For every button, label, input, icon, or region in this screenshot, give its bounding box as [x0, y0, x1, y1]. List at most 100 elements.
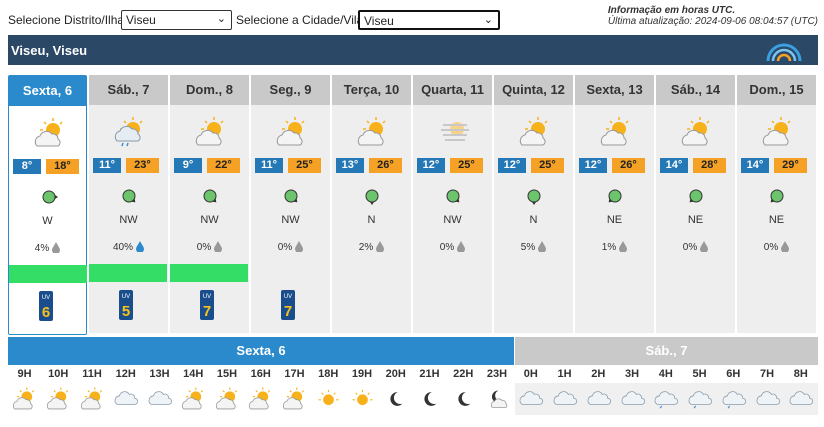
hour-label: 6H [726, 368, 741, 380]
city-select[interactable]: Viseu ⌄ [358, 10, 500, 30]
uv-index-icon: UV 7 [281, 290, 295, 320]
hour-label: 21H [419, 368, 440, 380]
hourly-day-header-2[interactable]: Sáb., 7 [515, 337, 818, 365]
precipitation-value: 0% [763, 242, 779, 253]
day-tab-label[interactable]: Seg., 9 [251, 75, 330, 105]
temperature-range: 11° 23° [89, 158, 168, 174]
precipitation-value: 4% [34, 243, 50, 254]
precipitation-value: 40% [112, 242, 133, 253]
raindrop-icon [538, 241, 547, 255]
temperature-range: 12° 25° [413, 158, 492, 174]
temp-min: 14° [660, 158, 688, 173]
sun-cloud-icon [46, 387, 68, 410]
haze-icon [441, 122, 469, 141]
temperature-range: 11° 25° [251, 158, 330, 174]
location-band: Viseu, Viseu [8, 35, 818, 65]
day-column-0[interactable]: Sexta, 6 8° 18° W 4% UV 6 [8, 75, 87, 335]
hour-label: 11H [82, 368, 102, 380]
hour-label: 3H [624, 368, 640, 380]
hour-label: 18H [318, 368, 339, 380]
chevron-down-icon: ⌄ [483, 14, 493, 26]
hourly-icons [8, 383, 818, 415]
wind-direction-label: W [42, 215, 53, 227]
precipitation-value: 1% [601, 242, 617, 253]
hourly-day-header-1[interactable]: Sexta, 6 [8, 337, 514, 365]
day-column-4[interactable]: Terça, 10 13° 26° N 2% [332, 75, 411, 333]
sun-cloud-icon [215, 387, 237, 410]
day-tab-label[interactable]: Quarta, 11 [413, 75, 492, 105]
district-select[interactable]: Viseu ⌄ [121, 10, 232, 30]
svg-text:7: 7 [203, 303, 211, 320]
day-column-6[interactable]: Quinta, 12 12° 25° N 5% [494, 75, 573, 333]
wind-direction-icon [446, 189, 460, 203]
day-column-7[interactable]: Sexta, 13 12° 26° NE 1% [575, 75, 654, 333]
raindrop-icon [700, 241, 709, 255]
raindrop-icon [457, 241, 466, 255]
precipitation-probability: 40% [89, 241, 168, 255]
cloud-icon [519, 391, 544, 405]
day-tab-label[interactable]: Dom., 8 [170, 75, 249, 105]
day-tab-label[interactable]: Quinta, 12 [494, 75, 573, 105]
temp-min: 11° [255, 158, 283, 173]
temp-min: 8° [13, 159, 41, 174]
uv-index-icon: UV 6 [39, 291, 53, 321]
hour-label: 16H [250, 368, 271, 380]
hour-label: 0H [523, 368, 538, 380]
precipitation-value: 2% [358, 242, 374, 253]
moon-cloud-icon [490, 390, 507, 408]
day-column-2[interactable]: Dom., 8 9° 22° NW 0% UV 7 [170, 75, 249, 333]
day-tab-label[interactable]: Sexta, 13 [575, 75, 654, 105]
wind-direction-label: NE [768, 214, 785, 226]
sun-cloud-icon [357, 117, 386, 146]
hour-label: 23H [486, 368, 508, 380]
cloud-drizzle-icon [722, 391, 746, 409]
day-tab-label[interactable]: Dom., 15 [737, 75, 816, 105]
air-quality-bar [170, 264, 248, 282]
location-title: Viseu, Viseu [11, 43, 88, 58]
precipitation-probability: 0% [413, 241, 492, 255]
temp-max: 25° [531, 158, 564, 173]
cloud-icon [553, 391, 578, 405]
day-column-3[interactable]: Seg., 9 11° 25° NW 0% UV 7 [251, 75, 330, 333]
city-select-value: Viseu [364, 14, 394, 28]
day-column-9[interactable]: Dom., 15 14° 29° NE 0% [737, 75, 816, 333]
sun-rain-icon [114, 117, 143, 147]
hour-label: 15H [216, 368, 238, 380]
temp-min: 12° [498, 158, 526, 173]
sun-cloud-icon [276, 117, 305, 146]
hour-label: 13H [149, 368, 170, 380]
temperature-range: 12° 26° [575, 158, 654, 174]
temp-min: 9° [174, 158, 202, 173]
moon-icon [424, 392, 437, 406]
sun-cloud-icon [762, 117, 791, 146]
temp-min: 13° [336, 158, 364, 173]
temp-max: 18° [46, 159, 79, 174]
temperature-range: 14° 29° [737, 158, 816, 174]
temp-min: 14° [741, 158, 769, 173]
wind-direction-icon [689, 189, 703, 203]
sun-cloud-icon [282, 387, 305, 410]
day-tab-label[interactable]: Sáb., 14 [656, 75, 735, 105]
raindrop-icon [136, 241, 144, 255]
wind-direction-icon [770, 189, 784, 203]
day-tab-label[interactable]: Sexta, 6 [9, 76, 86, 106]
hour-label: 20H [385, 368, 406, 380]
day-tab-label[interactable]: Terça, 10 [332, 75, 411, 105]
day-column-5[interactable]: Quarta, 11 12° 25° NW 0% [413, 75, 492, 333]
hour-label: 5H [692, 368, 707, 380]
temperature-range: 8° 18° [9, 159, 86, 175]
sun-cloud-icon [600, 117, 629, 146]
precipitation-probability: 1% [575, 241, 654, 255]
hour-label: 14H [183, 368, 204, 380]
day-column-1[interactable]: Sáb., 7 11° 23° NW 40% UV 5 [89, 75, 168, 333]
hour-label: 9H [17, 368, 32, 380]
wind-direction-label: N [529, 214, 538, 226]
day-column-8[interactable]: Sáb., 14 14° 28° NE 0% [656, 75, 735, 333]
moon-icon [390, 392, 403, 406]
hour-label: 4H [658, 368, 673, 380]
precipitation-value: 5% [520, 242, 536, 253]
day-tab-label[interactable]: Sáb., 7 [89, 75, 168, 105]
hour-label: 1H [557, 368, 572, 380]
precipitation-value: 0% [277, 242, 293, 253]
temp-min: 12° [579, 158, 607, 173]
